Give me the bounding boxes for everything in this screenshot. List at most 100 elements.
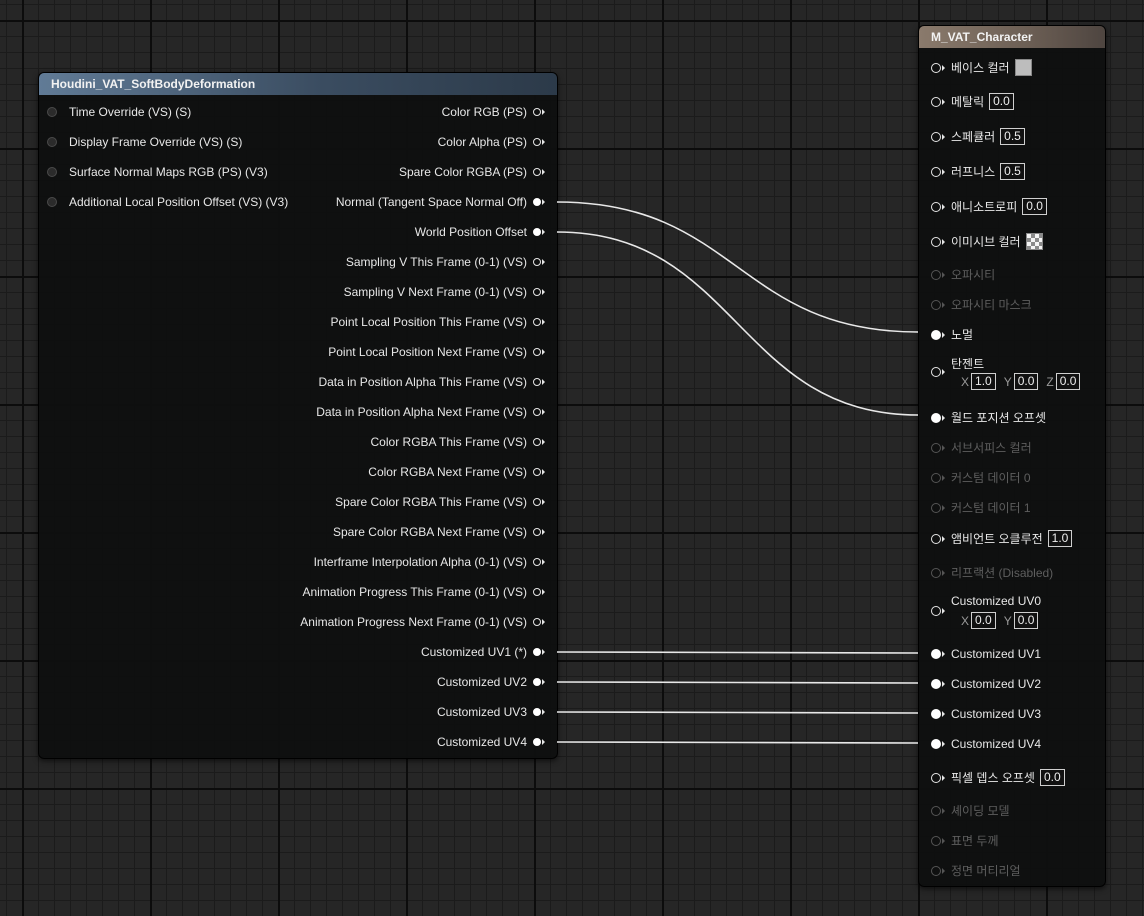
input-pin-icon[interactable] (47, 167, 57, 177)
input-pin-icon[interactable] (931, 606, 941, 616)
input-pin-icon[interactable] (931, 166, 941, 177)
output-pin-row[interactable]: Color RGB (PS) (442, 104, 545, 120)
value-field[interactable]: 0.5 (1000, 128, 1025, 145)
output-pin-row[interactable]: Interframe Interpolation Alpha (0-1) (VS… (314, 554, 545, 570)
connection-wire[interactable] (556, 681, 919, 684)
value-field[interactable]: 0.0 (1013, 612, 1039, 629)
pin-tangent[interactable] (931, 367, 951, 377)
output-pin-icon[interactable] (533, 408, 541, 416)
pin-customized-uv1[interactable]: Customized UV1 (931, 647, 1041, 661)
output-pin-row[interactable]: Data in Position Alpha Next Frame (VS) (316, 404, 545, 420)
output-pin-icon[interactable] (533, 738, 541, 746)
output-pin-row[interactable]: Color RGBA Next Frame (VS) (368, 464, 545, 480)
value-field[interactable]: 0.0 (1022, 198, 1047, 215)
input-pin-row[interactable]: Surface Normal Maps RGB (PS) (V3) (47, 164, 268, 180)
output-pin-row[interactable]: Spare Color RGBA This Frame (VS) (335, 494, 545, 510)
pin-pixel-depth-offset[interactable]: 픽셀 뎁스 오프셋 0.0 (931, 769, 1065, 786)
output-pin-icon[interactable] (533, 678, 541, 686)
output-pin-icon[interactable] (533, 498, 541, 506)
output-pin-icon[interactable] (533, 438, 541, 446)
output-pin-icon[interactable] (533, 378, 541, 386)
connection-wire[interactable] (556, 231, 919, 416)
pin-customized-uv3[interactable]: Customized UV3 (931, 707, 1041, 721)
color-swatch[interactable] (1025, 233, 1043, 250)
input-pin-icon[interactable] (931, 201, 941, 212)
connection-wire[interactable] (556, 201, 919, 333)
output-pin-row[interactable]: Color RGBA This Frame (VS) (371, 434, 545, 450)
value-field[interactable]: 0.5 (1000, 163, 1025, 180)
input-pin-row[interactable]: Time Override (VS) (S) (47, 104, 191, 120)
output-pin-row[interactable]: Color Alpha (PS) (438, 134, 545, 150)
input-pin-icon[interactable] (931, 131, 941, 142)
output-pin-row[interactable]: Customized UV1 (*) (421, 644, 545, 660)
output-pin-row[interactable]: Sampling V Next Frame (0-1) (VS) (344, 284, 545, 300)
input-pin-row[interactable]: Display Frame Override (VS) (S) (47, 134, 242, 150)
pin-roughness[interactable]: 러프니스 0.5 (931, 163, 1025, 180)
input-pin-icon[interactable] (47, 197, 57, 207)
output-pin-icon[interactable] (533, 588, 541, 596)
material-result-node[interactable]: M_VAT_Character 베이스 컬러 메탈릭 0.0 스페큘러 0.5 러프… (918, 25, 1106, 887)
output-pin-icon[interactable] (533, 108, 541, 116)
output-pin-icon[interactable] (533, 528, 541, 536)
output-pin-row[interactable]: Point Local Position This Frame (VS) (330, 314, 545, 330)
output-pin-icon[interactable] (533, 258, 541, 266)
node-title[interactable]: M_VAT_Character (919, 26, 1105, 48)
input-pin-icon[interactable] (931, 649, 941, 659)
pin-customized-uv4[interactable]: Customized UV4 (931, 737, 1041, 751)
input-pin-icon[interactable] (931, 62, 941, 73)
pin-customized-uv2[interactable]: Customized UV2 (931, 677, 1041, 691)
output-pin-icon[interactable] (533, 558, 541, 566)
value-field[interactable]: 0.0 (989, 93, 1014, 110)
input-pin-row[interactable]: Additional Local Position Offset (VS) (V… (47, 194, 288, 210)
output-pin-row[interactable]: Point Local Position Next Frame (VS) (328, 344, 545, 360)
output-pin-row[interactable]: Normal (Tangent Space Normal Off) (336, 194, 545, 210)
input-pin-icon[interactable] (931, 367, 941, 377)
pin-ambient-occlusion[interactable]: 앰비언트 오클루전 1.0 (931, 530, 1073, 547)
value-field[interactable]: 1.0 (1047, 530, 1073, 547)
output-pin-icon[interactable] (533, 138, 541, 146)
input-pin-icon[interactable] (931, 236, 941, 247)
output-pin-row[interactable]: Spare Color RGBA (PS) (399, 164, 545, 180)
input-pin-icon[interactable] (931, 412, 941, 423)
output-pin-row[interactable]: Spare Color RGBA Next Frame (VS) (333, 524, 545, 540)
input-pin-icon[interactable] (931, 772, 941, 783)
input-pin-icon[interactable] (47, 107, 57, 117)
connection-wire[interactable] (556, 711, 919, 714)
input-pin-icon[interactable] (931, 96, 941, 107)
pin-metallic[interactable]: 메탈릭 0.0 (931, 93, 1014, 110)
input-pin-icon[interactable] (931, 709, 941, 719)
output-pin-row[interactable]: Customized UV2 (437, 674, 545, 690)
pin-anisotropy[interactable]: 애니소트로피 0.0 (931, 198, 1047, 215)
output-pin-icon[interactable] (533, 648, 541, 656)
tangent-vector-fields[interactable]: X 1.0 Y 0.0 Z 0.0 (961, 373, 1081, 390)
function-node-houdini-vat[interactable]: Houdini_VAT_SoftBodyDeformation Time Ove… (38, 72, 558, 759)
output-pin-row[interactable]: Animation Progress Next Frame (0-1) (VS) (300, 614, 545, 630)
output-pin-icon[interactable] (533, 468, 541, 476)
output-pin-icon[interactable] (533, 288, 541, 296)
pin-world-position-offset[interactable]: 월드 포지션 오프셋 (931, 409, 1046, 426)
input-pin-icon[interactable] (931, 329, 941, 340)
output-pin-icon[interactable] (533, 168, 541, 176)
pin-customized-uv0[interactable] (931, 606, 951, 616)
output-pin-row[interactable]: World Position Offset (415, 224, 545, 240)
output-pin-icon[interactable] (533, 348, 541, 356)
pin-emissive-color[interactable]: 이미시브 컬러 (931, 233, 1043, 250)
connection-wire[interactable] (556, 651, 919, 654)
output-pin-row[interactable]: Customized UV3 (437, 704, 545, 720)
output-pin-icon[interactable] (533, 708, 541, 716)
output-pin-row[interactable]: Sampling V This Frame (0-1) (VS) (346, 254, 545, 270)
output-pin-row[interactable]: Customized UV4 (437, 734, 545, 750)
output-pin-row[interactable]: Animation Progress This Frame (0-1) (VS) (302, 584, 545, 600)
output-pin-icon[interactable] (533, 318, 541, 326)
input-pin-icon[interactable] (931, 739, 941, 749)
value-field[interactable]: 0.0 (1039, 769, 1065, 786)
node-title[interactable]: Houdini_VAT_SoftBodyDeformation (39, 73, 557, 95)
uv0-vector-fields[interactable]: X 0.0 Y 0.0 (961, 612, 1039, 629)
connection-wire[interactable] (556, 741, 919, 744)
value-field[interactable]: 0.0 (971, 612, 996, 629)
value-field[interactable]: 0.0 (1055, 373, 1081, 390)
output-pin-icon[interactable] (533, 618, 541, 626)
pin-base-color[interactable]: 베이스 컬러 (931, 59, 1032, 76)
pin-normal[interactable]: 노멀 (931, 326, 973, 343)
value-field[interactable]: 1.0 (971, 373, 996, 390)
